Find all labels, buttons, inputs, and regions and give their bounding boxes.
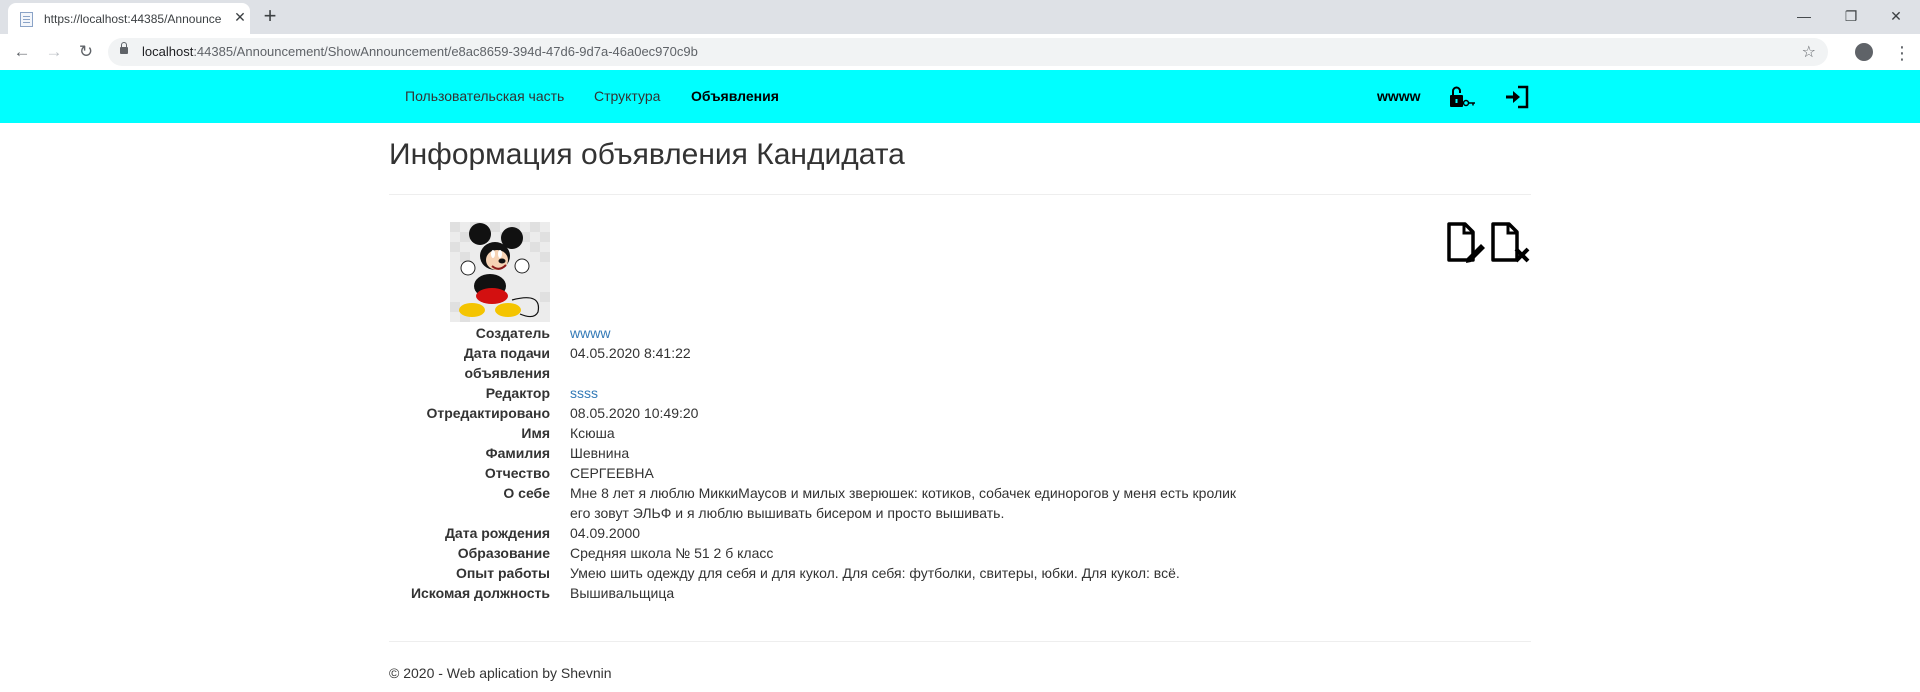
delete-document-icon[interactable] <box>1489 220 1531 264</box>
detail-value: 04.09.2000 <box>570 525 641 541</box>
address-bar[interactable]: localhost:44385/Announcement/ShowAnnounc… <box>108 38 1828 66</box>
nav-link-structure[interactable]: Структура <box>594 88 660 104</box>
back-arrow-icon[interactable]: ← <box>10 40 34 64</box>
detail-label: Фамилия <box>485 445 550 461</box>
nav-link-user-area[interactable]: Пользовательская часть <box>405 88 564 104</box>
detail-label: Образование <box>457 545 550 561</box>
detail-value: 08.05.2020 10:49:20 <box>570 405 699 421</box>
editor-link[interactable]: ssss <box>570 383 1250 403</box>
detail-label: Дата рождения <box>444 525 550 541</box>
detail-label: Отчество <box>484 465 550 481</box>
browser-tab[interactable]: https://localhost:44385/Announce ✕ <box>8 3 250 34</box>
sign-in-icon[interactable] <box>1503 84 1531 110</box>
page-favicon-icon <box>20 12 33 27</box>
nav-username[interactable]: wwww <box>1377 88 1421 104</box>
forward-arrow-icon[interactable]: → <box>42 40 66 64</box>
lock-key-icon[interactable] <box>1448 84 1476 110</box>
browser-tab-bar: https://localhost:44385/Announce ✕ + — ❐… <box>0 0 1920 34</box>
profile-avatar-icon[interactable] <box>1855 43 1873 61</box>
detail-value: Умею шить одежду для себя и для кукол. Д… <box>570 565 1180 581</box>
tab-close-icon[interactable]: ✕ <box>232 9 248 25</box>
detail-value: Вышивальщица <box>570 585 675 601</box>
candidate-photo <box>450 222 550 322</box>
detail-label: Имя <box>521 425 550 441</box>
window-close-button[interactable]: ✕ <box>1876 4 1916 28</box>
browser-toolbar: ← → ↻ localhost:44385/Announcement/ShowA… <box>0 34 1920 71</box>
detail-value: Ксюша <box>570 425 615 441</box>
detail-label: Искомая должность <box>410 585 550 601</box>
restore-button[interactable]: ❐ <box>1831 4 1871 28</box>
detail-label: Редактор <box>485 385 550 401</box>
detail-label: Дата подачи объявления <box>463 345 550 381</box>
lock-icon <box>120 42 128 54</box>
detail-value: Мне 8 лет я люблю МиккиМаусов и милых зв… <box>570 485 1237 521</box>
browser-menu-icon[interactable]: ⋮ <box>1893 42 1911 64</box>
nav-link-announcements[interactable]: Объявления <box>691 88 779 104</box>
title-divider <box>389 194 1531 195</box>
reload-icon[interactable]: ↻ <box>74 40 98 64</box>
tab-title: https://localhost:44385/Announce <box>44 12 222 26</box>
url-text: localhost:44385/Announcement/ShowAnnounc… <box>142 44 698 59</box>
page-title: Информация объявления Кандидата <box>389 138 905 171</box>
detail-label: Опыт работы <box>455 565 550 581</box>
minimize-button[interactable]: — <box>1784 4 1824 28</box>
creator-link[interactable]: wwww <box>570 323 1250 343</box>
detail-value: Шевнина <box>570 445 630 461</box>
footer-divider <box>389 641 1531 642</box>
bookmark-star-icon[interactable]: ☆ <box>1802 42 1816 62</box>
detail-value: Средняя школа № 51 2 б класс <box>570 545 774 561</box>
footer-text: © 2020 - Web aplication by Shevnin <box>389 665 612 681</box>
detail-value: 04.05.2020 8:41:22 <box>570 345 691 361</box>
new-tab-button[interactable]: + <box>260 5 280 27</box>
detail-label: Создатель <box>475 325 550 341</box>
detail-label: О себе <box>503 485 550 501</box>
edit-document-icon[interactable] <box>1445 220 1487 264</box>
site-navbar: Пользовательская часть Структура Объявле… <box>0 70 1920 123</box>
detail-label: Отредактировано <box>426 405 550 421</box>
detail-value: СЕРГЕЕВНА <box>570 465 654 481</box>
